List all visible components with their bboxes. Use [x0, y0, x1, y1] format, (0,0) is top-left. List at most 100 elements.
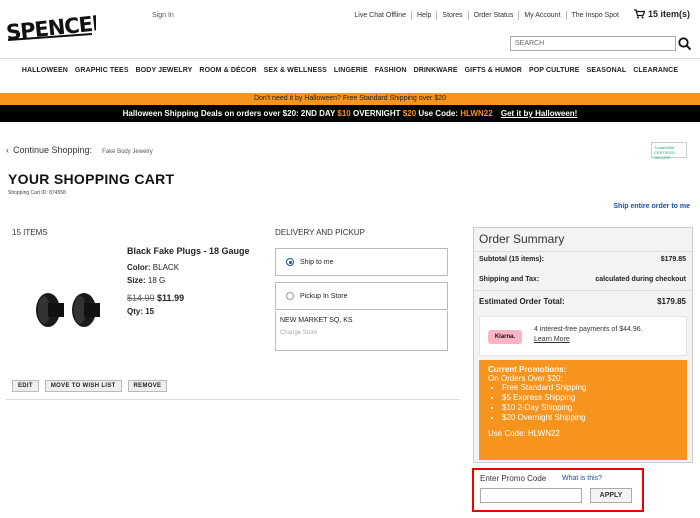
ship-to-me-label: Ship to me	[300, 258, 334, 266]
sign-in-link[interactable]: Sign In	[152, 12, 174, 19]
subtotal-row: Subtotal (15 items): $179.85	[479, 256, 686, 263]
main-nav: HALLOWEEN GRAPHIC TEES BODY JEWELRY ROOM…	[0, 67, 700, 74]
klarna-message: 4 interest-free payments of $44.96.	[534, 326, 643, 333]
ship-to-me-option[interactable]: Ship to me	[275, 248, 448, 276]
product-size: Size: 18 G	[127, 276, 165, 285]
shopping-cart-icon	[633, 9, 645, 19]
promotion-item: Free Standard Shipping	[502, 383, 678, 393]
shipping-row: Shipping and Tax: calculated during chec…	[479, 276, 686, 283]
remove-button[interactable]: REMOVE	[127, 380, 168, 392]
promotions-list: Free Standard Shipping $5 Express Shippi…	[488, 383, 678, 423]
shipping-banner[interactable]: Don't need it by Halloween? Free Standar…	[0, 93, 700, 105]
product-name[interactable]: Black Fake Plugs - 18 Gauge	[127, 246, 250, 256]
banner-prefix: Halloween Shipping Deals on orders over …	[122, 109, 299, 118]
store-name: NEW MARKET SQ, KS	[280, 317, 353, 324]
apply-button[interactable]: APPLY	[590, 488, 632, 503]
size-label: Size:	[127, 276, 146, 285]
search-input[interactable]: SEARCH	[510, 36, 676, 51]
summary-divider	[474, 290, 692, 291]
spencers-logo[interactable]: SPENCER'S	[4, 4, 96, 48]
product-image[interactable]	[30, 288, 104, 332]
shipping-value: calculated during checkout	[595, 276, 686, 283]
klarna-logo: Klarna.	[488, 330, 522, 344]
nav-drinkware[interactable]: DRINKWARE	[410, 67, 461, 74]
product-qty: Qty: 15	[127, 307, 154, 316]
cart-id: Shopping Cart ID: 874558	[8, 190, 66, 196]
nav-body-jewelry[interactable]: BODY JEWELRY	[132, 67, 196, 74]
edit-button[interactable]: EDIT	[12, 380, 39, 392]
nav-halloween[interactable]: HALLOWEEN	[18, 67, 71, 74]
promotions-subtitle: On Orders Over $20:	[488, 374, 563, 383]
total-value: $179.85	[657, 297, 686, 306]
live-chat-link[interactable]: Live Chat Offline	[349, 11, 411, 20]
cart-count-label: 15 item(s)	[647, 9, 690, 19]
product-color: Color: BLACK	[127, 263, 179, 272]
klarna-text: 4 interest-free payments of $44.96. Lear…	[534, 325, 643, 345]
promo-code-label: Enter Promo Code	[480, 474, 547, 483]
qty-label: Qty:	[127, 307, 143, 316]
color-label: Color:	[127, 263, 151, 272]
cart-count-button[interactable]: 15 item(s)	[633, 9, 690, 19]
promo-code-input[interactable]	[480, 488, 582, 503]
inspo-spot-link[interactable]: The Inspo Spot	[565, 11, 624, 20]
promo-code-section: Enter Promo Code What is this? APPLY	[472, 468, 644, 512]
store-info: NEW MARKET SQ, KS Change Store	[275, 311, 448, 351]
trustedsite-badge[interactable]: TrustedSite CERTIFIED SECURE	[651, 142, 687, 160]
breadcrumb-category[interactable]: Fake Body Jewelry	[102, 149, 153, 155]
search-icon[interactable]	[678, 37, 692, 51]
product-price: $14.99 $11.99	[127, 293, 184, 303]
promotions-title: Current Promotions:	[488, 365, 567, 374]
nav-pop-culture[interactable]: POP CULTURE	[525, 67, 583, 74]
order-status-link[interactable]: Order Status	[467, 11, 519, 20]
banner-two-day-label: 2ND DAY	[300, 109, 336, 118]
banner-overnight-label: OVERNIGHT	[353, 109, 401, 118]
nav-graphic-tees[interactable]: GRAPHIC TEES	[71, 67, 132, 74]
header-divider	[0, 58, 700, 59]
order-summary-title: Order Summary	[479, 232, 565, 246]
what-is-this-link[interactable]: What is this?	[562, 475, 602, 482]
color-value: BLACK	[152, 263, 180, 272]
change-store-link[interactable]: Change Store	[280, 330, 443, 336]
promotion-code: Use Code: HLWN22	[488, 429, 560, 438]
nav-gifts-humor[interactable]: GIFTS & HUMOR	[461, 67, 525, 74]
qty-value: 15	[145, 307, 155, 316]
original-price: $14.99	[127, 293, 155, 303]
order-summary: Order Summary Subtotal (15 items): $179.…	[473, 227, 693, 463]
promotion-item: $10 2-Day Shipping	[502, 403, 678, 413]
stores-link[interactable]: Stores	[436, 11, 467, 20]
top-links: Live Chat Offline Help Stores Order Stat…	[349, 11, 624, 20]
nav-sex-wellness[interactable]: SEX & WELLNESS	[260, 67, 330, 74]
size-value: 18 G	[147, 276, 166, 285]
continue-shopping: ‹ Continue Shopping: Fake Body Jewelry	[6, 145, 153, 155]
get-it-by-halloween-link[interactable]: Get it by Halloween!	[501, 109, 577, 118]
pickup-label: Pickup In Store	[300, 292, 348, 300]
klarna-box: Klarna. 4 interest-free payments of $44.…	[479, 316, 687, 356]
current-promotions: Current Promotions: On Orders Over $20: …	[479, 360, 687, 460]
total-row: Estimated Order Total: $179.85	[479, 297, 686, 306]
klarna-learn-more-link[interactable]: Learn More	[534, 335, 643, 345]
subtotal-value: $179.85	[660, 256, 686, 263]
pickup-radio[interactable]	[286, 292, 294, 300]
summary-divider	[474, 251, 692, 252]
ship-entire-order-link[interactable]: Ship entire order to me	[613, 203, 690, 210]
items-count: 15 ITEMS	[12, 228, 48, 237]
sale-price: $11.99	[157, 293, 185, 303]
promotion-item: $20 Overnight Shipping	[502, 413, 678, 423]
nav-seasonal[interactable]: SEASONAL	[583, 67, 630, 74]
nav-lingerie[interactable]: LINGERIE	[330, 67, 371, 74]
nav-fashion[interactable]: FASHION	[371, 67, 410, 74]
subtotal-label: Subtotal (15 items):	[479, 256, 544, 263]
halloween-deals-banner: Halloween Shipping Deals on orders over …	[0, 105, 700, 122]
nav-clearance[interactable]: CLEARANCE	[630, 67, 682, 74]
pickup-option[interactable]: Pickup In Store	[275, 282, 448, 310]
page-title: YOUR SHOPPING CART	[8, 171, 175, 187]
help-link[interactable]: Help	[411, 11, 436, 20]
nav-room-decor[interactable]: ROOM & DÉCOR	[196, 67, 260, 74]
promotion-item: $5 Express Shipping	[502, 393, 678, 403]
continue-shopping-link[interactable]: Continue Shopping:	[13, 145, 92, 155]
item-divider	[6, 399, 460, 400]
item-actions: EDIT MOVE TO WISH LIST REMOVE	[12, 380, 168, 392]
move-to-wish-list-button[interactable]: MOVE TO WISH LIST	[44, 380, 122, 392]
my-account-link[interactable]: My Account	[518, 11, 565, 20]
ship-to-me-radio[interactable]	[286, 258, 294, 266]
